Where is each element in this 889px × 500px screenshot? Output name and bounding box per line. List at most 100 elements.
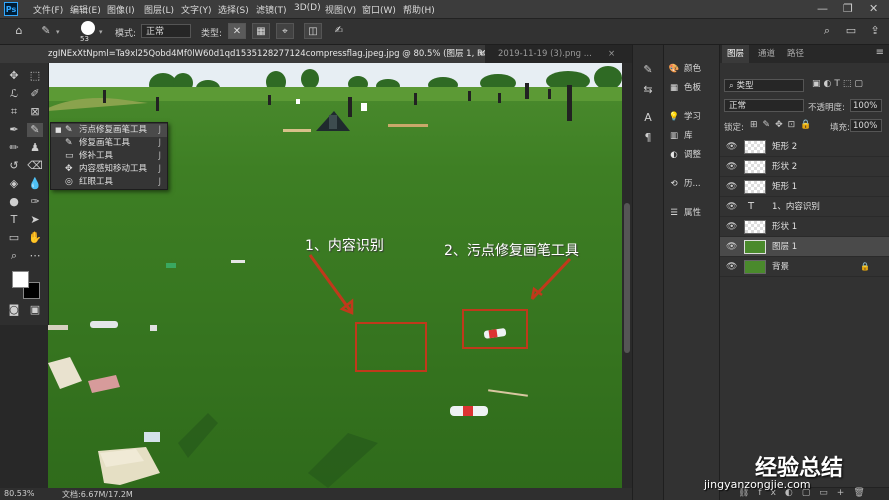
tab-close-icon[interactable]: × bbox=[608, 45, 615, 63]
dodge-tool-icon[interactable]: ● bbox=[6, 195, 22, 209]
quick-mask-icon[interactable]: ◙ bbox=[6, 303, 22, 317]
menu-type[interactable]: 文字(Y) bbox=[181, 3, 212, 16]
layer-row[interactable]: 👁 矩形 2 bbox=[720, 137, 889, 157]
home-icon[interactable]: ⌂ bbox=[11, 24, 27, 38]
brush-tool-icon[interactable]: ✏ bbox=[6, 141, 22, 155]
pressure-icon[interactable]: ✍ bbox=[330, 23, 348, 39]
mode-select[interactable]: 正常 bbox=[141, 24, 191, 38]
menu-3d[interactable]: 3D(D) bbox=[294, 3, 321, 13]
hand-tool-icon[interactable]: ✋ bbox=[27, 231, 43, 245]
eye-icon[interactable]: 👁 bbox=[726, 197, 737, 217]
layer-row-selected[interactable]: 👁 图层 1 bbox=[720, 237, 889, 257]
character-icon[interactable]: A bbox=[640, 111, 656, 125]
vertical-scrollbar[interactable] bbox=[622, 63, 632, 488]
screen-mode-icon[interactable]: ▣ bbox=[27, 303, 43, 317]
brush-settings-icon[interactable]: ✎ bbox=[640, 63, 656, 77]
layer-row[interactable]: 👁 矩形 1 bbox=[720, 177, 889, 197]
panel-learn[interactable]: 💡 学习 bbox=[668, 109, 718, 125]
layer-filter-icons[interactable]: ▣◐T⬚▢ bbox=[812, 79, 866, 89]
menu-view[interactable]: 视图(V) bbox=[325, 3, 356, 16]
tab-close-icon[interactable]: × bbox=[478, 45, 485, 63]
chevron-down-icon[interactable]: ▾ bbox=[56, 28, 60, 36]
panel-properties[interactable]: ☰ 属性 bbox=[668, 205, 718, 221]
fill-input[interactable]: 100% bbox=[850, 119, 882, 132]
layer-row[interactable]: 👁 形状 2 bbox=[720, 157, 889, 177]
eye-icon[interactable]: 👁 bbox=[726, 237, 737, 257]
share-icon[interactable]: ⇪ bbox=[867, 24, 883, 38]
create-texture-icon[interactable]: ▦ bbox=[252, 23, 270, 39]
frame-tool-icon[interactable]: ⊠ bbox=[27, 105, 43, 119]
proximity-match-icon[interactable]: ⌖ bbox=[276, 23, 294, 39]
history-brush-tool-icon[interactable]: ↺ bbox=[6, 159, 22, 173]
tab-inactive-document[interactable]: 2019-11-19 (3).png ... bbox=[492, 45, 617, 63]
tab-active-document[interactable]: zgINExXtNpml=Ta9xl25Qobd4Mf0lW60d1qd1535… bbox=[0, 45, 485, 63]
document-size[interactable]: 文档:6.67M/17.2M bbox=[62, 489, 133, 500]
clone-source-icon[interactable]: ⇆ bbox=[640, 83, 656, 97]
layer-row[interactable]: 👁 形状 1 bbox=[720, 217, 889, 237]
lasso-tool-icon[interactable]: ℒ bbox=[6, 87, 22, 101]
flyout-item-patch[interactable]: ▭ 修补工具 J bbox=[51, 150, 167, 163]
bucket-tool-icon[interactable]: ◈ bbox=[6, 177, 22, 191]
panel-color[interactable]: 🎨 颜色 bbox=[668, 61, 718, 77]
opacity-input[interactable]: 100% bbox=[850, 99, 882, 112]
eye-icon[interactable]: 👁 bbox=[726, 177, 737, 197]
menu-edit[interactable]: 编辑(E) bbox=[70, 3, 101, 16]
restore-icon[interactable]: ❐ bbox=[843, 2, 853, 15]
quick-select-tool-icon[interactable]: ✐ bbox=[27, 87, 43, 101]
zoom-level[interactable]: 80.53% bbox=[4, 489, 35, 498]
eye-icon[interactable]: 👁 bbox=[726, 257, 737, 277]
pen-tool-icon[interactable]: ✑ bbox=[27, 195, 43, 209]
panel-history[interactable]: ⟲ 历... bbox=[668, 176, 718, 192]
minimize-icon[interactable]: — bbox=[817, 2, 828, 15]
lock-options-icons[interactable]: ⊞✎✥⊡🔒 bbox=[750, 120, 816, 130]
crop-tool-icon[interactable]: ⌗ bbox=[6, 105, 22, 119]
marquee-tool-icon[interactable]: ⬚ bbox=[27, 69, 43, 83]
paragraph-icon[interactable]: ¶ bbox=[640, 131, 656, 145]
foreground-color-swatch[interactable] bbox=[12, 271, 29, 288]
tab-channels[interactable]: 通道 bbox=[753, 45, 780, 63]
flyout-item-healing-brush[interactable]: ✎ 修复画笔工具 J bbox=[51, 137, 167, 150]
panel-adjustments[interactable]: ◐ 调整 bbox=[668, 147, 718, 163]
blur-tool-icon[interactable]: 💧 bbox=[27, 177, 43, 191]
layer-filter-select[interactable]: ⌕ 类型 bbox=[724, 79, 804, 92]
path-select-tool-icon[interactable]: ➤ bbox=[27, 213, 43, 227]
move-tool-icon[interactable]: ✥ bbox=[6, 69, 22, 83]
type-tool-icon[interactable]: T bbox=[6, 213, 22, 227]
layer-row[interactable]: 👁 背景 🔒 bbox=[720, 257, 889, 277]
panel-swatches[interactable]: ▦ 色板 bbox=[668, 80, 718, 96]
menu-image[interactable]: 图像(I) bbox=[107, 3, 135, 16]
brush-preset-icon[interactable] bbox=[81, 21, 95, 35]
eye-icon[interactable]: 👁 bbox=[726, 157, 737, 177]
workspace-icon[interactable]: ▭ bbox=[843, 24, 859, 38]
more-tools-icon[interactable]: ⋯ bbox=[27, 249, 43, 263]
menu-file[interactable]: 文件(F) bbox=[33, 3, 63, 16]
spot-healing-tool-icon[interactable]: ✎ bbox=[27, 123, 43, 137]
rectangle-tool-icon[interactable]: ▭ bbox=[6, 231, 22, 245]
panel-libraries[interactable]: ▥ 库 bbox=[668, 128, 718, 144]
spot-healing-icon[interactable]: ✎ bbox=[38, 24, 54, 38]
layer-row[interactable]: 👁 T 1、内容识别 bbox=[720, 197, 889, 217]
flyout-item-content-aware-move[interactable]: ✥ 内容感知移动工具 J bbox=[51, 163, 167, 176]
chevron-down-icon[interactable]: ▾ bbox=[99, 28, 103, 36]
eraser-tool-icon[interactable]: ⌫ bbox=[27, 159, 43, 173]
panel-menu-icon[interactable]: ≡ bbox=[876, 47, 884, 58]
flyout-item-spot-healing[interactable]: ■ ✎ 污点修复画笔工具 J bbox=[51, 124, 167, 137]
zoom-tool-icon[interactable]: ⌕ bbox=[6, 249, 22, 263]
search-icon[interactable]: ⌕ bbox=[819, 24, 835, 38]
blend-mode-select[interactable]: 正常 bbox=[724, 99, 804, 112]
flyout-item-red-eye[interactable]: ◎ 红眼工具 J bbox=[51, 176, 167, 189]
eye-icon[interactable]: 👁 bbox=[726, 137, 737, 157]
stamp-tool-icon[interactable]: ♟ bbox=[27, 141, 43, 155]
eyedropper-tool-icon[interactable]: ✒ bbox=[6, 123, 22, 137]
tab-layers[interactable]: 图层 bbox=[722, 45, 750, 63]
close-window-icon[interactable]: ✕ bbox=[869, 2, 878, 15]
menu-window[interactable]: 窗口(W) bbox=[362, 3, 396, 16]
menu-filter[interactable]: 滤镜(T) bbox=[256, 3, 287, 16]
tab-paths[interactable]: 路径 bbox=[782, 45, 809, 63]
content-aware-icon[interactable]: ✕ bbox=[228, 23, 246, 39]
menu-layer[interactable]: 图层(L) bbox=[144, 3, 174, 16]
menu-help[interactable]: 帮助(H) bbox=[403, 3, 435, 16]
menu-select[interactable]: 选择(S) bbox=[218, 3, 249, 16]
scroll-thumb[interactable] bbox=[624, 203, 630, 353]
eye-icon[interactable]: 👁 bbox=[726, 217, 737, 237]
